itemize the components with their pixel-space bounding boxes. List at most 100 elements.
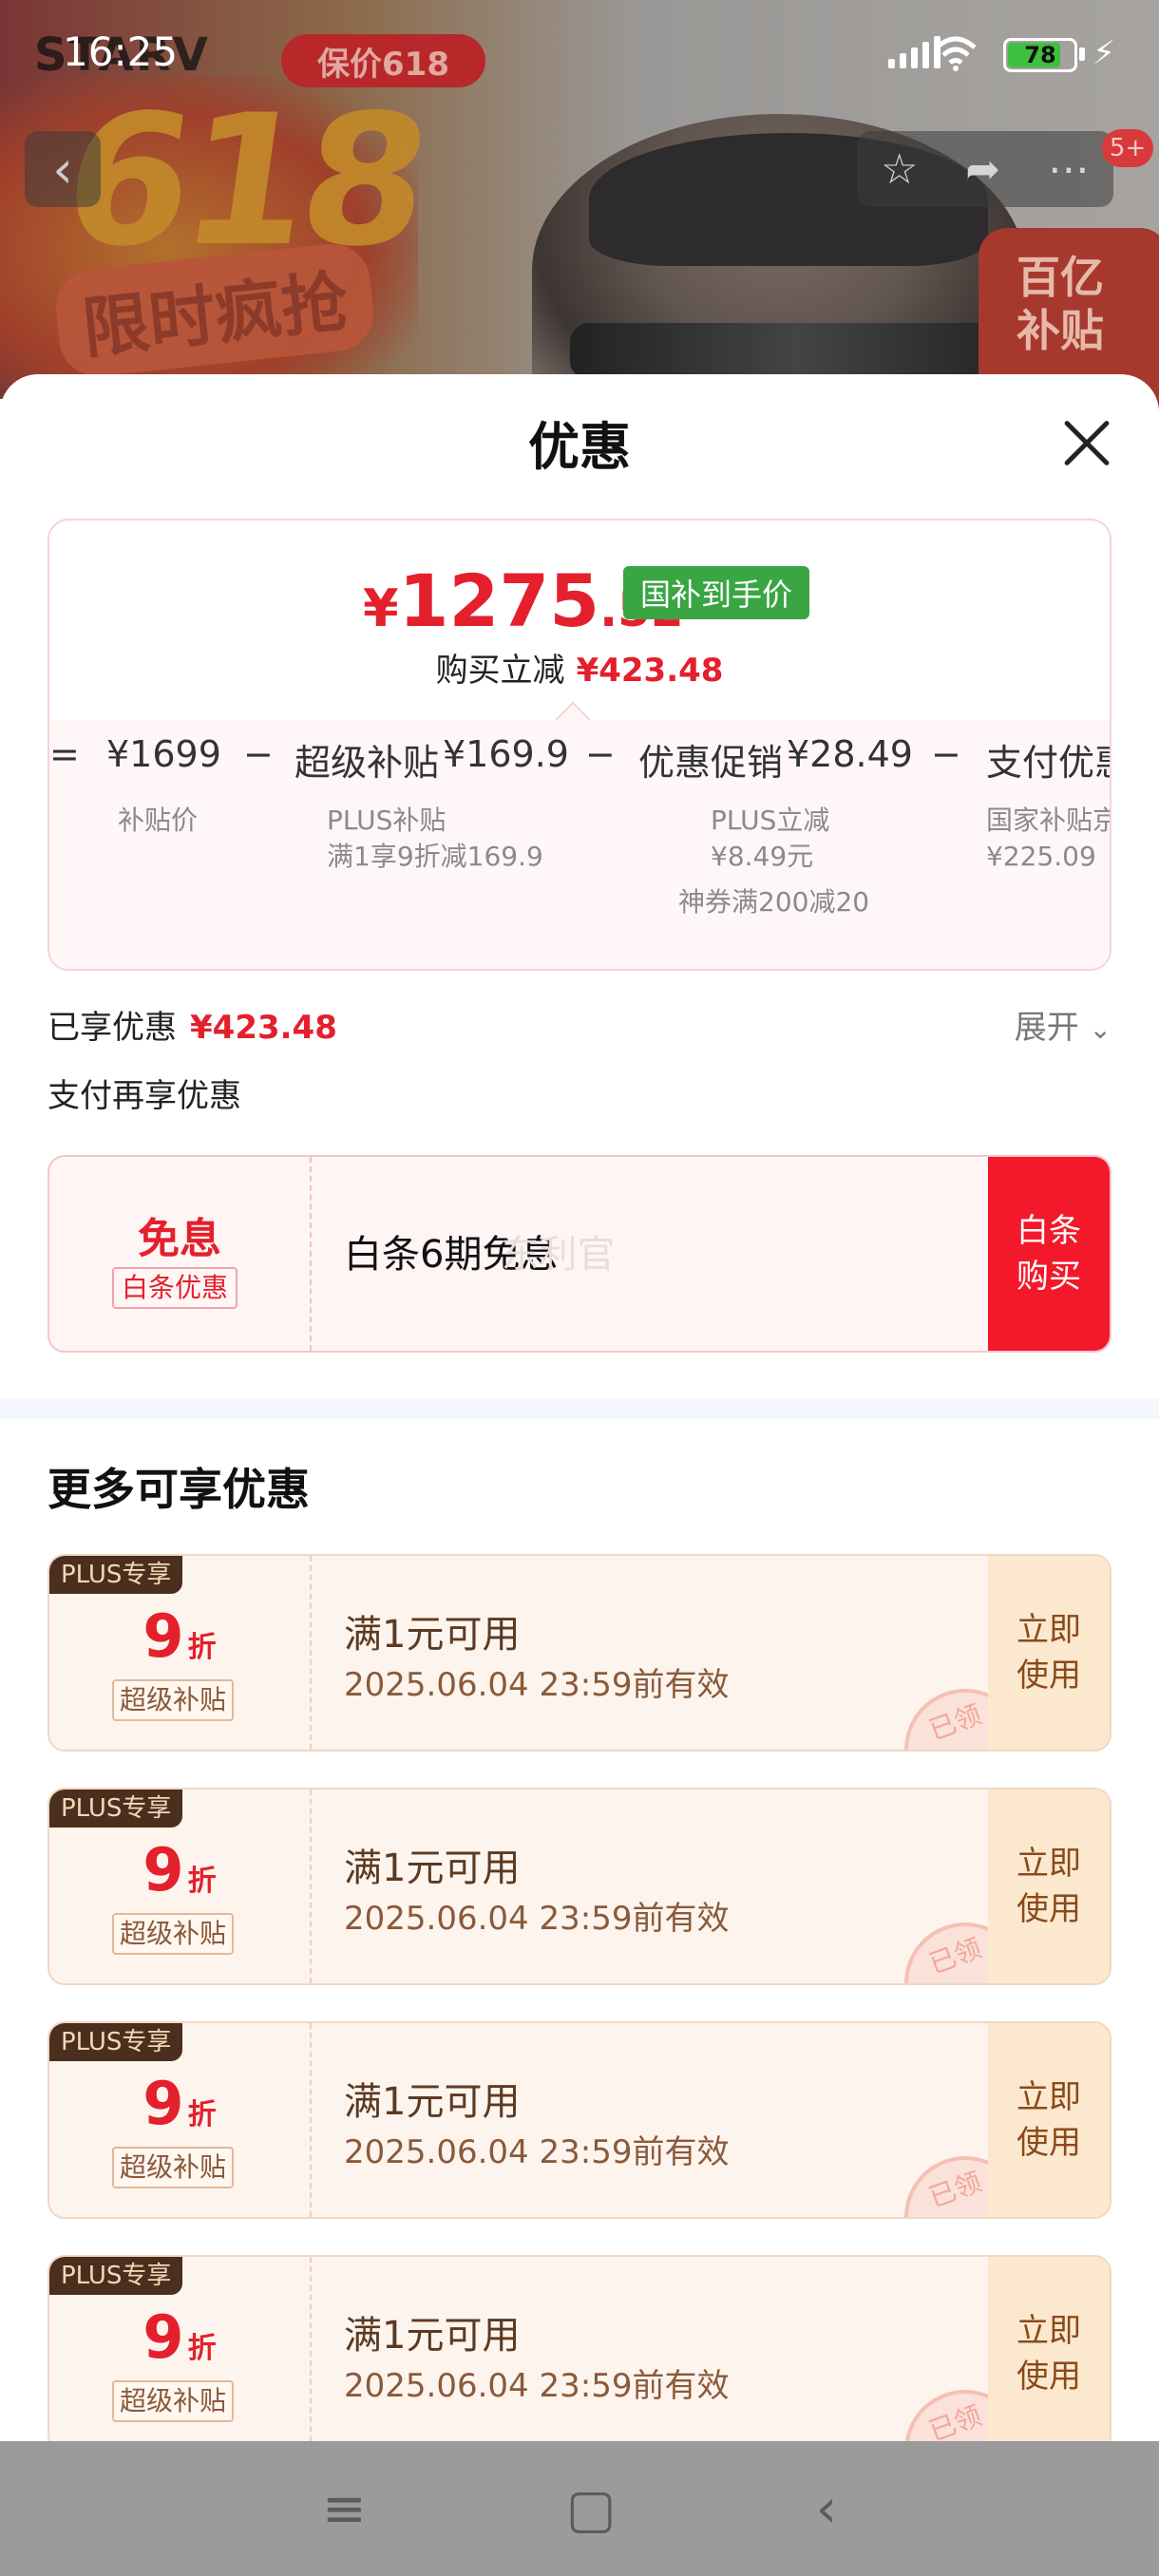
baitiao-buy-line2: 购买 — [1016, 1258, 1081, 1296]
coupon-card[interactable]: PLUS专享 9折 超级补贴 满1元可用 2025.06.04 23:59前有效… — [48, 2021, 1112, 2219]
coupon-condition: 满1元可用 — [344, 1847, 521, 1890]
coupon-type: 超级补贴 — [112, 1913, 235, 1955]
product-glasses-image — [570, 323, 1026, 380]
notification-badge: 5+ — [1102, 129, 1153, 167]
plus-exclusive-tag: PLUS专享 — [49, 1790, 183, 1828]
use-now-button[interactable]: 立即 使用 — [988, 1790, 1110, 1983]
super-subsidy-label: 超级补贴 — [294, 742, 440, 784]
super-subsidy-sub2: 满1享9折减169.9 — [327, 841, 543, 872]
base-price-value: ¥1699 — [106, 733, 221, 775]
status-bar: STARV 16:25 保价618 78 ⚡ — [0, 0, 1159, 114]
charging-icon: ⚡ — [1092, 34, 1115, 72]
system-nav-bar: ≡ ▢ ‹ — [0, 2441, 1159, 2576]
coupon-card[interactable]: PLUS专享 9折 超级补贴 满1元可用 2025.06.04 23:59前有效… — [48, 1788, 1112, 1985]
subsidy-badge-line1: 百亿 — [1016, 252, 1104, 303]
baitiao-offer-left: 免息 白条优惠 — [49, 1157, 312, 1351]
price-protect-pill: 保价618 — [281, 34, 485, 87]
coupon-discount-unit: 折 — [187, 1631, 217, 1664]
chevron-down-icon: ⌄ — [1089, 1013, 1112, 1045]
use-now-line1: 立即 — [1016, 1611, 1081, 1649]
payment-discount-label: 支付优惠 — [986, 742, 1110, 784]
price-summary-card: ¥ 1275 .52 国补到手价 购买立减¥423.48 = ¥1699 补贴价… — [48, 519, 1112, 971]
enjoyed-discount-label: 已享优惠 — [48, 1009, 177, 1047]
pay-again-label: 支付再享优惠 — [48, 1077, 241, 1115]
coupon-type: 超级补贴 — [112, 2380, 235, 2422]
coupon-left: PLUS专享 9折 超级补贴 — [49, 1790, 312, 1983]
expand-label: 展开 — [1014, 1009, 1079, 1047]
super-subsidy-value: ¥169.9 — [443, 733, 569, 775]
baitiao-buy-line1: 白条 — [1016, 1212, 1081, 1250]
back-button[interactable]: ‹ — [25, 131, 101, 207]
promo-sub3: 神券满200减20 — [678, 886, 870, 918]
coupon-type: 超级补贴 — [112, 2147, 235, 2188]
coupon-discount-number: 9 — [142, 1835, 184, 1904]
plus-exclusive-tag: PLUS专享 — [49, 2257, 183, 2295]
price-breakdown[interactable]: = ¥1699 补贴价 − 超级补贴 ¥169.9 PLUS补贴 满1享9折减1… — [49, 733, 1110, 952]
coupon-left: PLUS专享 9折 超级补贴 — [49, 2257, 312, 2451]
use-now-button[interactable]: 立即 使用 — [988, 2257, 1110, 2451]
use-now-line2: 使用 — [1016, 2124, 1081, 2162]
coupon-expiry: 2025.06.04 23:59前有效 — [344, 1666, 730, 1704]
more-dots-icon[interactable]: ⋯ — [1048, 145, 1090, 194]
sheet-title: 优惠 — [528, 417, 631, 477]
promo-sub2: ¥8.49元 — [711, 841, 814, 872]
equals-sign: = — [49, 733, 80, 775]
payment-discount-sub2: ¥225.09 — [986, 841, 1096, 872]
back-triangle-icon[interactable]: ‹ — [816, 2478, 837, 2540]
plus-exclusive-tag: PLUS专享 — [49, 1556, 183, 1594]
use-now-line1: 立即 — [1016, 2078, 1081, 2116]
expand-button[interactable]: 展开 ⌄ — [1015, 1001, 1112, 1048]
coupon-card[interactable]: PLUS专享 9折 超级补贴 满1元可用 2025.06.04 23:59前有效… — [48, 1554, 1112, 1752]
coupon-type: 超级补贴 — [112, 1679, 235, 1721]
base-price-label: 补贴价 — [118, 805, 199, 836]
coupon-discount-number: 9 — [142, 2069, 184, 2138]
home-square-icon[interactable]: ▢ — [566, 2478, 617, 2540]
baitiao-offer-text: 白条6期免息东利官 — [344, 1223, 615, 1279]
baitiao-free-label: 免息 — [138, 1215, 221, 1263]
coupon-left: PLUS专享 9折 超级补贴 — [49, 1556, 312, 1750]
final-price-integer: 1275 — [398, 559, 600, 643]
use-now-button[interactable]: 立即 使用 — [988, 1556, 1110, 1750]
discount-sheet: 优惠 ¥ 1275 .52 国补到手价 购买立减¥423.48 = ¥1699 … — [0, 374, 1159, 2576]
promo-value: ¥28.49 — [787, 733, 913, 775]
header-actions: ☆ ➦ ⋯ — [857, 131, 1113, 207]
star-icon[interactable]: ☆ — [881, 145, 918, 194]
chevron-left-icon: ‹ — [52, 139, 73, 199]
super-subsidy-sub1: PLUS补贴 — [327, 805, 446, 836]
use-now-button[interactable]: 立即 使用 — [988, 2023, 1110, 2217]
baitiao-offer-card[interactable]: 免息 白条优惠 白条6期免息东利官 白条 购买 — [48, 1155, 1112, 1353]
use-now-line2: 使用 — [1016, 1890, 1081, 1928]
subsidy-badge-line2: 补贴 — [1016, 305, 1104, 356]
coupon-card[interactable]: PLUS专享 9折 超级补贴 满1元可用 2025.06.04 23:59前有效… — [48, 2255, 1112, 2453]
share-icon[interactable]: ➦ — [965, 145, 1000, 194]
use-now-line1: 立即 — [1016, 1845, 1081, 1883]
watermark-text: 东利官 — [501, 1233, 616, 1277]
battery-icon: 78 — [1003, 38, 1077, 72]
coupon-discount-unit: 折 — [187, 2332, 217, 2365]
more-offers-title: 更多可享优惠 — [48, 1464, 310, 1515]
promo-label: 优惠促销 — [638, 742, 784, 784]
minus-sign: − — [585, 733, 616, 775]
baitiao-buy-button[interactable]: 白条 购买 — [988, 1157, 1110, 1351]
battery-cap — [1079, 47, 1085, 61]
coupon-condition: 满1元可用 — [344, 2080, 521, 2124]
instant-discount-value: ¥423.48 — [576, 652, 724, 690]
coupon-expiry: 2025.06.04 23:59前有效 — [344, 1900, 730, 1938]
status-time: 16:25 — [63, 28, 179, 75]
final-price-currency: ¥ — [363, 578, 399, 638]
close-icon[interactable] — [1060, 416, 1113, 469]
coupon-discount: 9折 — [49, 1601, 310, 1671]
menu-icon[interactable]: ≡ — [322, 2478, 367, 2540]
enjoyed-discount: 已享优惠 ¥423.48 — [48, 1001, 337, 1048]
coupon-discount: 9折 — [49, 1835, 310, 1904]
use-now-line2: 使用 — [1016, 2358, 1081, 2396]
coupon-expiry: 2025.06.04 23:59前有效 — [344, 2133, 730, 2171]
section-divider — [0, 1398, 1159, 1419]
plus-exclusive-tag: PLUS专享 — [49, 2023, 183, 2061]
coupon-discount-unit: 折 — [187, 1865, 217, 1898]
coupon-condition: 满1元可用 — [344, 1613, 521, 1657]
enjoyed-discount-value: ¥423.48 — [190, 1009, 337, 1047]
promo-sub1: PLUS立减 — [711, 805, 830, 836]
coupon-discount-unit: 折 — [187, 2098, 217, 2131]
coupon-discount: 9折 — [49, 2069, 310, 2138]
